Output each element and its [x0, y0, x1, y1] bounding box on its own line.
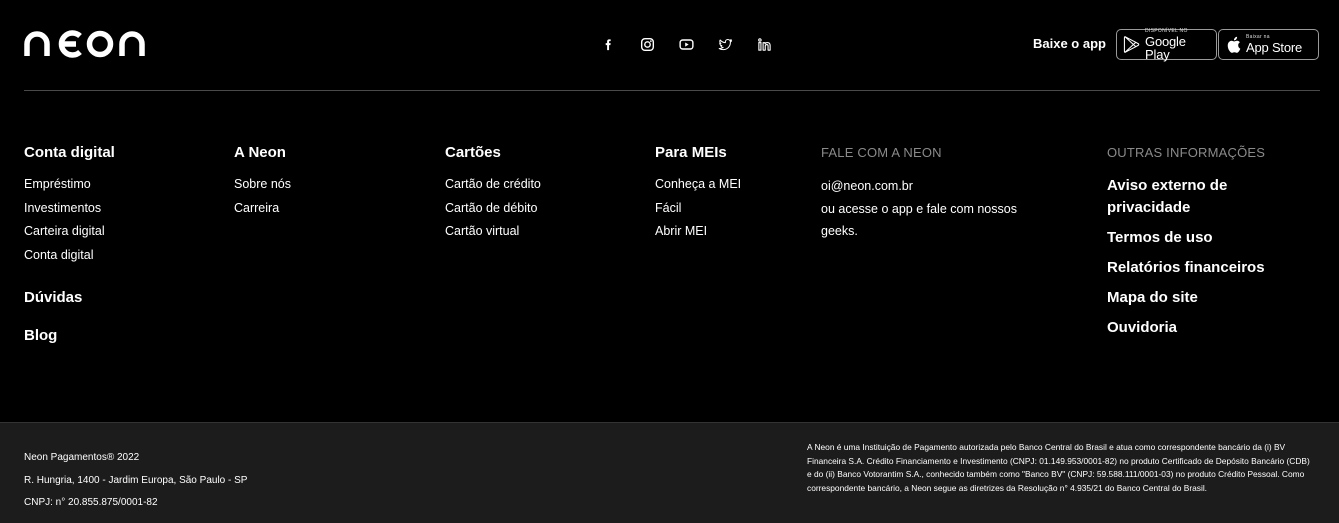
column-cartoes: Cartões Cartão de crédito Cartão de débi… — [445, 143, 541, 248]
link-investimentos[interactable]: Investimentos — [24, 201, 115, 216]
legal-disclaimer: A Neon é uma Instituição de Pagamento au… — [807, 442, 1310, 493]
app-store-button[interactable]: Baixar na App Store — [1218, 29, 1319, 60]
link-aviso-privacidade[interactable]: Aviso externo de privacidade — [1107, 175, 1307, 219]
link-abrir-mei[interactable]: Abrir MEI — [655, 224, 741, 239]
column-para-meis: Para MEIs Conheça a MEI Fácil Abrir MEI — [655, 143, 741, 248]
apple-icon — [1227, 36, 1241, 53]
column-title: FALE COM A NEON — [821, 145, 942, 160]
google-play-icon — [1123, 36, 1140, 53]
column-conta-digital: Conta digital Empréstimo Investimentos C… — [24, 143, 115, 344]
column-title: Para MEIs — [655, 144, 727, 161]
top-bar: Baixe o app DISPONÍVEL NO Google Play Ba… — [0, 0, 1339, 91]
column-fale-com-a-neon: FALE COM A NEON oi@neon.com.br ou acesse… — [821, 143, 1061, 243]
link-duvidas[interactable]: Dúvidas — [24, 289, 115, 306]
column-a-neon: A Neon Sobre nós Carreira — [234, 143, 291, 224]
social-links — [598, 34, 775, 55]
link-mapa-site[interactable]: Mapa do site — [1107, 287, 1307, 309]
header-divider — [24, 90, 1320, 91]
contact-text-line2: geeks. — [821, 224, 858, 238]
google-play-small: DISPONÍVEL NO — [1145, 27, 1188, 34]
legal-footer: Neon Pagamentos® 2022 R. Hungria, 1400 -… — [0, 422, 1339, 523]
column-title: Conta digital — [24, 144, 115, 161]
link-blog[interactable]: Blog — [24, 327, 115, 344]
link-conta-digital[interactable]: Conta digital — [24, 248, 115, 263]
company-cnpj: CNPJ: n° 20.855.875/0001-82 — [24, 497, 158, 508]
column-title: Cartões — [445, 144, 501, 161]
link-emprestimo[interactable]: Empréstimo — [24, 177, 115, 192]
google-play-big: Google Play — [1145, 33, 1186, 62]
link-facil[interactable]: Fácil — [655, 201, 741, 216]
link-ouvidoria[interactable]: Ouvidoria — [1107, 317, 1307, 339]
app-store-big: App Store — [1246, 40, 1303, 55]
link-cartao-credito[interactable]: Cartão de crédito — [445, 177, 541, 192]
column-outras-informacoes: OUTRAS INFORMAÇÕES Aviso externo de priv… — [1107, 143, 1307, 347]
link-carreira[interactable]: Carreira — [234, 201, 291, 216]
neon-logo[interactable] — [24, 28, 146, 58]
download-label: Baixe o app — [1033, 36, 1106, 51]
link-relatorios-financeiros[interactable]: Relatórios financeiros — [1107, 257, 1307, 279]
twitter-icon[interactable] — [715, 34, 736, 55]
company-info: Neon Pagamentos® 2022 R. Hungria, 1400 -… — [24, 447, 247, 515]
company-name: Neon Pagamentos® 2022 — [24, 452, 140, 463]
link-cartao-virtual[interactable]: Cartão virtual — [445, 224, 541, 239]
linkedin-icon[interactable] — [754, 34, 775, 55]
facebook-icon[interactable] — [598, 34, 619, 55]
link-cartao-debito[interactable]: Cartão de débito — [445, 201, 541, 216]
link-carteira-digital[interactable]: Carteira digital — [24, 224, 115, 239]
instagram-icon[interactable] — [637, 34, 658, 55]
google-play-button[interactable]: DISPONÍVEL NO Google Play — [1116, 27, 1217, 62]
youtube-icon[interactable] — [676, 34, 697, 55]
contact-text-line1: ou acesse o app e fale com nossos — [821, 201, 1017, 216]
link-conheca-mei[interactable]: Conheça a MEI — [655, 177, 741, 192]
column-title: A Neon — [234, 144, 286, 161]
link-termos-uso[interactable]: Termos de uso — [1107, 227, 1307, 249]
column-title: OUTRAS INFORMAÇÕES — [1107, 145, 1266, 160]
contact-email[interactable]: oi@neon.com.br — [821, 175, 1061, 198]
link-sobre-nos[interactable]: Sobre nós — [234, 177, 291, 192]
company-address: R. Hungria, 1400 - Jardim Europa, São Pa… — [24, 474, 248, 486]
